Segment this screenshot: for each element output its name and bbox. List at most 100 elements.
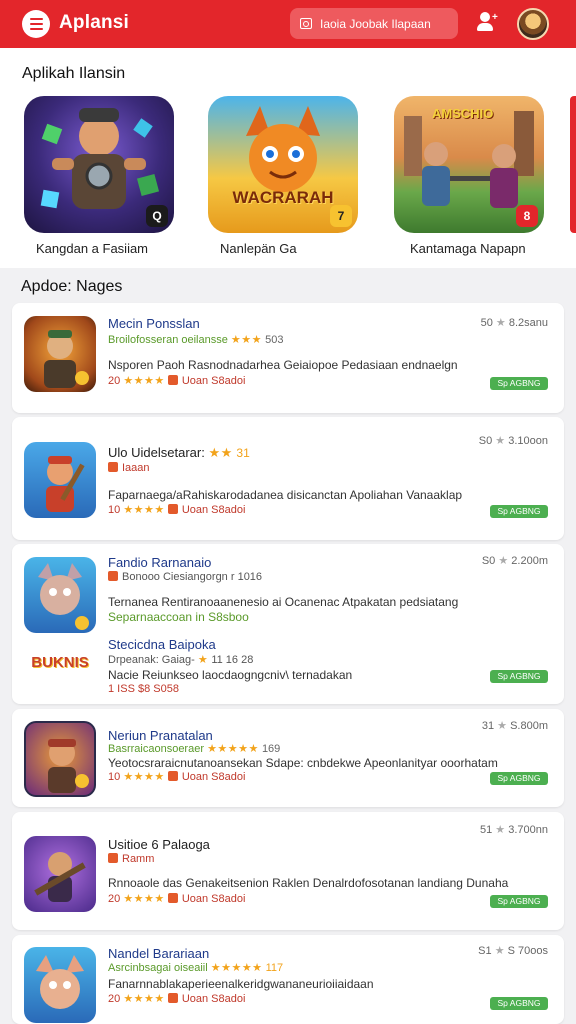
sub-app-subtitle: Drpeanak: Gaiag- [108,654,195,666]
bundle-logo: BUKNIS [31,654,89,671]
review-count: 503 [265,334,284,346]
rating-stars: ★★★★★ [210,962,263,974]
avatar[interactable] [517,8,549,40]
install-button[interactable]: Sp AGBNG [490,772,548,785]
app-title: Aplansi [59,12,130,33]
app-icon [24,557,96,633]
app-icon [24,442,96,518]
coin-icon [167,893,178,903]
app-subtitle: Basrraicaonsoeraer [108,743,204,755]
rating-size: S1 ★ S 70oos [478,945,548,957]
search-text: Iaoia Joobak Ilapaan [320,16,431,31]
app-header: Aplansi Iaoia Joobak Ilapaan + [0,0,576,48]
app-description: Nsporen Paoh Rasnodnadarhea Geiaiopoe Pe… [108,358,458,372]
app-card[interactable]: Fandio Rarnanaio Bonooo Ciesiangorgn r 1… [12,544,564,704]
featured-app-2[interactable]: WACRARAH 7 [208,96,358,233]
featured-app-peek[interactable] [570,96,576,233]
install-button[interactable]: Sp AGBNG [490,997,548,1010]
app-description: Fanarnnablakaperieenalkeridgwananeurioii… [108,977,374,991]
search-bar[interactable]: Iaoia Joobak Ilapaan [290,8,458,39]
menu-icon [29,18,43,20]
tag-icon [108,462,118,472]
rating-size: S0 ★ 2.200m [481,555,548,567]
app-description-3: Nacie Reiunkseo laocdaogngcniv\ ternadak… [108,668,353,682]
app-card[interactable]: Nandel Barariaan Asrcinbsagai oiseaiil ★… [12,935,564,1024]
star-icon: ★ [495,317,506,329]
rating-size: 51 ★ 3.700nn [479,824,548,836]
app-description: Rnnoaole das Genakeitsenion Raklen Denal… [108,876,509,890]
install-button[interactable]: Sp AGBNG [490,377,548,390]
app-name: Nandel Barariaan [108,946,210,961]
art-title: AMSCHIO [432,106,494,121]
rating-stars: ★★★★ [123,375,165,387]
menu-button[interactable] [22,10,50,38]
review-count: 11 16 28 [211,654,254,666]
rating-stars: ★★★★★ [207,743,259,755]
rating-size: S0 ★ 3.10oon [478,435,548,447]
app-icon [24,836,96,912]
app-description-2: Separnaaccoan in S8sboo [108,610,249,624]
featured-app-3[interactable]: AMSCHIO 8 [394,96,544,233]
app-card[interactable]: Ulo Uidelsetarar: ★★ 31 Iaaan S0 ★ 3.10o… [12,417,564,540]
install-button[interactable]: Sp AGBNG [490,505,548,518]
app-description: Ternanea Rentiranoaanenesio ai Ocanenac … [108,595,459,609]
app-card[interactable]: Neriun Pranatalan Basrraicaonsoeraer ★★★… [12,709,564,807]
featured-badge: 7 [330,205,352,227]
star-icon: ★ [495,824,506,836]
coin-icon [167,504,178,514]
app-icon [24,721,96,797]
app-subtitle: Asrcinbsagai oiseaiil [108,962,208,974]
user-icon [480,12,490,22]
coin-icon [167,993,178,1003]
app-name: Ulo Uidelsetarar: [108,445,205,460]
rating-stars: ★★★★ [123,893,165,905]
rating-stars: ★ [197,654,209,666]
featured-badge: 8 [516,205,538,227]
add-user-button[interactable]: + [474,10,498,34]
rating-stars: ★★★ [230,334,263,346]
app-card[interactable]: Usitioe 6 Palaoga Ramm 51 ★ 3.700nn Rnno… [12,812,564,930]
app-subtitle: Bonooo Ciesiangorgn r 1016 [122,571,263,583]
rating-stars: ★★★★ [123,504,165,516]
camera-icon [300,18,312,29]
rating-size: 31 ★ S.800m [481,720,548,732]
rating-stars: ★★★★ [123,771,165,783]
featured-label: Kantamaga Napapn [410,241,526,256]
rating-size: 50 ★ 8.2sanu [480,317,548,329]
featured-label: Kangdan a Fasiiam [36,241,149,256]
app-subtitle: Iaaan [122,462,150,474]
app-subtitle: Broilofosseran oeilansse [108,334,228,346]
app-subtitle: Ramm [122,853,155,865]
star-icon: ★ [495,435,506,447]
coin-icon [167,375,178,385]
art-title: WACRARAH [232,188,334,207]
review-count: 169 [261,743,281,755]
app-name: Mecin Ponsslan [108,316,200,331]
star-icon: ★ [497,720,508,732]
rating-stars: ★★ [208,445,233,460]
featured-badge: Q [146,205,168,227]
app-description: Faparnaega/aRahiskarodadanea disicanctan… [108,488,463,502]
install-button[interactable]: Sp AGBNG [490,670,548,683]
install-button[interactable]: Sp AGBNG [490,895,548,908]
app-name: Usitioe 6 Palaoga [108,837,210,852]
featured-app-1[interactable]: Q [24,96,174,233]
app-meta: 1 ISS $8 S058 [108,683,179,695]
star-icon: ★ [494,945,505,957]
featured-section: Aplikah Ilansin Q Kangdan a Fasiiam WACR… [0,48,576,268]
featured-label: Nanlepän Ga [220,241,297,256]
review-count: 31 [236,446,250,460]
app-icon [24,316,96,392]
tag-icon [108,853,118,863]
rating-stars: ★★★★ [123,993,165,1005]
app-card[interactable]: Mecin Ponsslan Broilofosseran oeilansse … [12,303,564,413]
app-description: Yeotocsraraicnutanoansekan Sdape: cnbdek… [108,756,498,770]
list-title: Apdoe: Nages [21,278,123,295]
sub-app-name: Stecicdna Baipoka [108,637,216,652]
app-name: Fandio Rarnanaio [108,555,212,570]
app-icon [24,947,96,1023]
star-icon: ★ [498,555,509,567]
review-count: 117 [265,962,284,974]
coin-icon [167,771,178,781]
featured-title: Aplikah Ilansin [22,65,126,82]
